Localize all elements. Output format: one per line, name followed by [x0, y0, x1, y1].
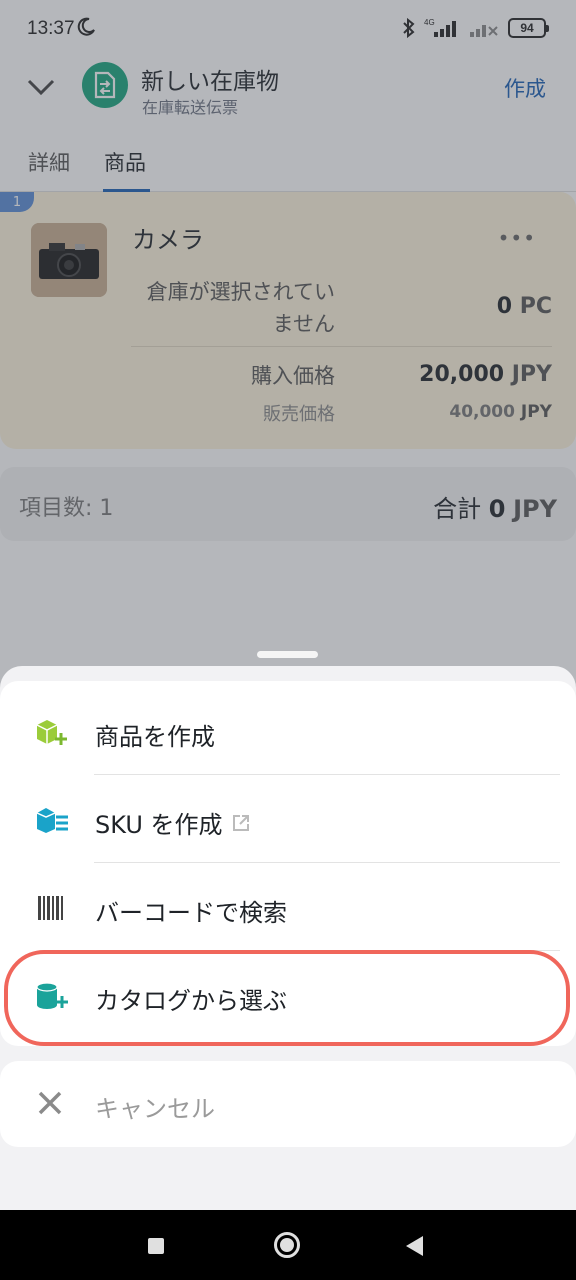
external-link-icon — [232, 815, 249, 831]
highlight-outline — [4, 950, 570, 1046]
box-plus-icon — [36, 720, 67, 745]
back-icon[interactable] — [406, 1236, 423, 1256]
menu-item-barcode-search[interactable]: バーコードで検索 — [0, 863, 576, 951]
menu-label-create-sku: SKU を作成 — [95, 805, 251, 840]
menu-label-create-product: 商品を作成 — [95, 723, 215, 751]
barcode-icon — [38, 896, 63, 920]
menu-item-create-sku[interactable]: SKU を作成 — [0, 775, 576, 863]
cancel-button[interactable]: キャンセル — [0, 1061, 576, 1147]
menu-item-create-product[interactable]: 商品を作成 — [0, 687, 576, 775]
sku-stack-icon — [36, 808, 68, 833]
cancel-label: キャンセル — [95, 1095, 215, 1123]
sheet-grabber[interactable] — [257, 651, 318, 658]
create-sku-text: SKU を作成 — [95, 811, 223, 839]
system-nav-bar — [0, 1210, 576, 1280]
menu-label-barcode-search: バーコードで検索 — [95, 899, 287, 927]
home-icon[interactable] — [274, 1232, 300, 1258]
recent-apps-icon[interactable] — [148, 1238, 164, 1254]
close-icon — [38, 1091, 62, 1115]
